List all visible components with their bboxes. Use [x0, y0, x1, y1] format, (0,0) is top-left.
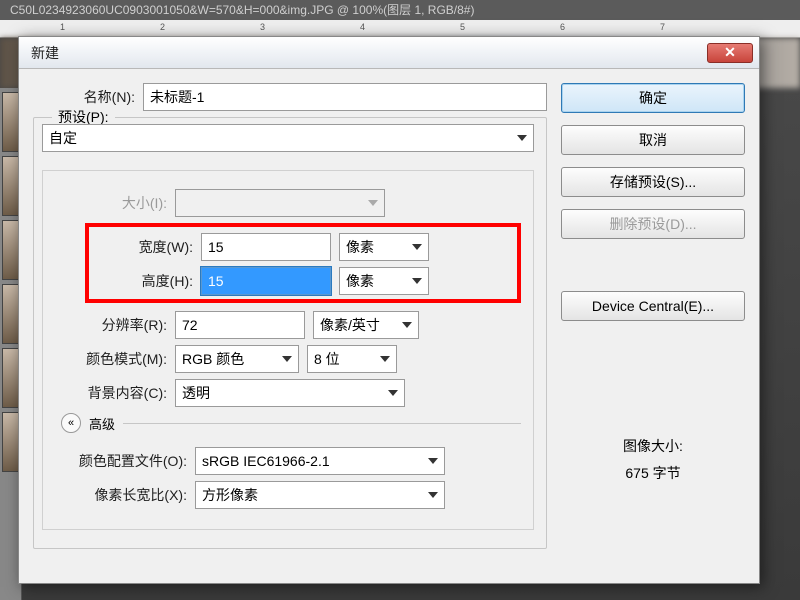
- dialog-titlebar[interactable]: 新建 ✕: [19, 37, 759, 69]
- width-label: 宽度(W):: [91, 237, 201, 257]
- profile-value: sRGB IEC61966-2.1: [202, 453, 330, 469]
- name-input[interactable]: [143, 83, 547, 111]
- save-preset-button[interactable]: 存储预设(S)...: [561, 167, 745, 197]
- aspect-select[interactable]: 方形像素: [195, 481, 445, 509]
- color-depth-value: 8 位: [314, 349, 340, 369]
- divider: [123, 423, 521, 424]
- chevron-down-icon: [517, 135, 527, 141]
- width-unit-select[interactable]: 像素: [339, 233, 429, 261]
- advanced-toggle[interactable]: «: [61, 413, 81, 433]
- chevron-down-icon: [388, 390, 398, 396]
- height-unit-select[interactable]: 像素: [339, 267, 429, 295]
- image-size-label: 图像大小:: [561, 433, 745, 460]
- bg-select[interactable]: 透明: [175, 379, 405, 407]
- aspect-value: 方形像素: [202, 485, 258, 505]
- resolution-input[interactable]: [175, 311, 305, 339]
- document-tab[interactable]: C50L0234923060UC0903001050&W=570&H=000&i…: [0, 0, 800, 20]
- chevron-down-icon: [368, 200, 378, 206]
- bg-value: 透明: [182, 383, 210, 403]
- width-unit: 像素: [346, 237, 374, 257]
- profile-label: 颜色配置文件(O):: [45, 451, 195, 471]
- size-select: [175, 189, 385, 217]
- height-label: 高度(H):: [91, 271, 201, 291]
- bg-label: 背景内容(C):: [45, 383, 175, 403]
- chevron-down-icon: [412, 244, 422, 250]
- chevron-down-icon: [282, 356, 292, 362]
- new-document-dialog: 新建 ✕ 名称(N): 预设(P): 自定: [18, 36, 760, 584]
- preset-value: 自定: [49, 128, 77, 148]
- chevron-down-icon: [428, 458, 438, 464]
- chevron-down-icon: [380, 356, 390, 362]
- ok-button[interactable]: 确定: [561, 83, 745, 113]
- profile-select[interactable]: sRGB IEC61966-2.1: [195, 447, 445, 475]
- size-label: 大小(I):: [85, 193, 175, 213]
- preset-select[interactable]: 自定: [42, 124, 534, 152]
- resolution-label: 分辨率(R):: [45, 315, 175, 335]
- resolution-unit: 像素/英寸: [320, 315, 380, 335]
- advanced-label: 高级: [89, 414, 115, 433]
- device-central-button[interactable]: Device Central(E)...: [561, 291, 745, 321]
- cancel-button[interactable]: 取消: [561, 125, 745, 155]
- dialog-title: 新建: [31, 43, 59, 63]
- resolution-unit-select[interactable]: 像素/英寸: [313, 311, 419, 339]
- width-input[interactable]: [201, 233, 331, 261]
- close-button[interactable]: ✕: [707, 43, 753, 63]
- double-chevron-icon: «: [68, 417, 74, 429]
- delete-preset-button: 删除预设(D)...: [561, 209, 745, 239]
- height-unit: 像素: [346, 271, 374, 291]
- preset-inner: 大小(I): 宽度(W): 像素: [42, 170, 534, 530]
- preset-fieldset: 预设(P): 自定 大小(I):: [33, 117, 547, 549]
- chevron-down-icon: [412, 278, 422, 284]
- image-size-info: 图像大小: 675 字节: [561, 433, 745, 486]
- chevron-down-icon: [402, 322, 412, 328]
- color-mode-select[interactable]: RGB 颜色: [175, 345, 299, 373]
- image-size-value: 675 字节: [561, 460, 745, 487]
- name-label: 名称(N):: [33, 87, 143, 107]
- aspect-label: 像素长宽比(X):: [45, 485, 195, 505]
- highlight-box: 宽度(W): 像素 高度(H):: [85, 223, 521, 303]
- color-mode-value: RGB 颜色: [182, 349, 244, 369]
- color-depth-select[interactable]: 8 位: [307, 345, 397, 373]
- color-mode-label: 颜色模式(M):: [45, 349, 175, 369]
- height-input[interactable]: [201, 267, 331, 295]
- chevron-down-icon: [428, 492, 438, 498]
